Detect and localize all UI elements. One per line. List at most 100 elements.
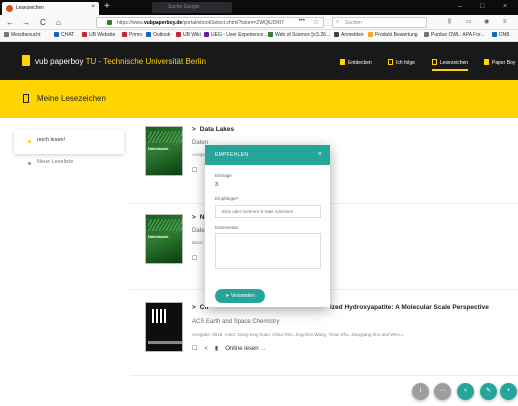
bookmark-item[interactable]: CHAT (54, 32, 74, 38)
add-fab-button[interactable]: + (500, 383, 517, 400)
bookmark-item[interactable]: UEG - User Experience ... (204, 32, 269, 38)
reading-list-sidebar: noch lesen! Neue Leseliste (0, 118, 130, 406)
bookmark-favicon-icon (424, 32, 429, 37)
browser-search-input[interactable]: ⌕ Suchen (332, 17, 427, 28)
tab-label: Lesezeichen (16, 5, 45, 11)
cover-title: Datenbank (148, 146, 169, 151)
book-cover[interactable]: Datenbank (145, 214, 183, 264)
address-bar[interactable]: https://www.vubpaperboy.de/portal/ebookS… (96, 17, 324, 28)
bookmark-favicon-icon (368, 32, 373, 37)
sidebar-item-label: noch lesen! (37, 137, 66, 143)
reload-button[interactable]: C (40, 17, 46, 28)
browser-tab-bar: Lesezeichen × + Suche Google – □ × (0, 0, 518, 15)
menu-icon[interactable]: ≡ (503, 18, 507, 27)
info-icon: i (419, 388, 422, 394)
forward-button[interactable]: → (22, 17, 30, 28)
share-icon[interactable]: < (204, 346, 208, 352)
bookmark-favicon-icon (176, 32, 181, 37)
bookmark-item[interactable]: UB Wiki (176, 32, 201, 38)
bookmark-star-icon[interactable]: ☆ (313, 18, 319, 26)
plus-icon: + (506, 388, 511, 394)
page-actions-icon[interactable]: ••• (299, 18, 305, 24)
nav-ich-folge[interactable]: Ich folge (388, 59, 415, 66)
bookmark-item[interactable]: Purdue OWL: APA For... (424, 32, 485, 38)
item-actions: ☐ < ▮ Online lesen → (192, 345, 266, 352)
library-icon[interactable]: ⫼ (448, 18, 451, 27)
recipients-input[interactable] (215, 205, 321, 218)
tab-close-icon[interactable]: × (91, 4, 95, 10)
share-fab-button[interactable]: < (457, 383, 474, 400)
bookmark-item[interactable]: UB Website (82, 32, 115, 38)
paperboy-logo-icon[interactable] (22, 55, 30, 66)
cover-graphic (148, 219, 182, 231)
bookmark-toggle-icon[interactable]: ☐ (192, 256, 197, 262)
chevron-right-icon: > (192, 214, 196, 221)
item-subtitle: ACS Earth and Space Chemistry (192, 319, 280, 325)
plus-bullet-icon (28, 162, 31, 165)
nav-paper-boy[interactable]: Paper Boy (484, 59, 515, 66)
item-title[interactable]: > Data Lakes (192, 126, 234, 133)
bookmark-item[interactable]: Primo (122, 32, 142, 38)
bookmark-favicon-icon (122, 32, 127, 37)
maximize-button[interactable]: □ (480, 2, 484, 11)
bookmark-icon (23, 94, 29, 103)
more-fab-button[interactable]: ⋯ (434, 383, 451, 400)
bookmark-icon (432, 59, 437, 65)
sidebar-item-neue-leseliste[interactable]: Neue Leseliste (14, 152, 124, 176)
bookmark-favicon-icon (492, 32, 497, 37)
cover-band (148, 341, 182, 344)
bookmark-favicon-icon (146, 32, 151, 37)
read-online-link[interactable]: Online lesen → (225, 346, 266, 352)
info-fab-button[interactable]: i (412, 383, 429, 400)
search-icon: ⌕ (336, 19, 340, 25)
close-icon[interactable]: × (318, 150, 322, 159)
search-placeholder: Suchen (345, 20, 362, 26)
page-title: Meine Lesezeichen (37, 94, 106, 103)
bookmark-item[interactable]: Outlook (146, 32, 170, 38)
comment-label: Kommentar (215, 225, 239, 230)
cover-graphic (148, 131, 182, 143)
bookmark-item[interactable]: Anmelden (334, 32, 364, 38)
sidebar-item-noch-lesen[interactable]: noch lesen! (14, 130, 124, 154)
bookmark-item[interactable]: Web of Science [v.5.26... (268, 32, 330, 38)
browser-tab-background[interactable]: Suche Google (152, 2, 232, 13)
edit-fab-button[interactable]: ✎ (480, 383, 497, 400)
nav-entdecken[interactable]: Entdecken (340, 59, 372, 66)
nav-lesezeichen[interactable]: Lesezeichen (432, 59, 469, 71)
bookmark-toggle-icon[interactable]: ☐ (192, 346, 197, 352)
cover-title: Datenbank (148, 234, 169, 239)
app-logo[interactable]: vub paperboy TU - Technische Universität… (35, 57, 206, 66)
bookmark-favicon-icon (4, 32, 9, 37)
bookmark-filled-icon[interactable]: ▮ (215, 346, 218, 352)
sidebar-icon[interactable]: ▭ (466, 18, 472, 27)
bookmark-favicon-icon (54, 32, 59, 37)
edit-icon: ✎ (485, 388, 492, 394)
back-button[interactable]: ← (6, 17, 14, 28)
send-button[interactable]: ➤ Versenden (215, 289, 265, 303)
share-icon: < (463, 388, 468, 394)
send-icon: ➤ (225, 293, 230, 299)
close-window-button[interactable]: × (503, 2, 507, 11)
entries-label: Einträge (215, 173, 232, 178)
extension-icon[interactable]: ◉ (484, 18, 489, 27)
new-tab-button[interactable]: + (104, 2, 110, 12)
comment-textarea[interactable] (215, 233, 321, 269)
bookmark-item[interactable]: DNB (492, 32, 510, 38)
journal-cover[interactable] (145, 302, 183, 352)
book-cover[interactable]: Datenbank (145, 126, 183, 176)
lock-icon (107, 20, 112, 25)
bookmarks-toolbar: Meistbesucht CHAT UB Website Primo Outlo… (0, 30, 518, 42)
bookmark-toggle-icon[interactable]: ☐ (192, 168, 197, 174)
person-icon (484, 59, 489, 65)
home-button[interactable]: ⌂ (56, 17, 61, 28)
minimize-button[interactable]: – (458, 2, 462, 11)
browser-tab-lesezeichen[interactable]: Lesezeichen × (2, 2, 99, 15)
bookmark-item[interactable]: Produkt Bewertung (368, 32, 418, 38)
bookmark-item[interactable]: Meistbesucht (4, 32, 40, 38)
discover-icon (340, 59, 345, 65)
bookmark-favicon-icon (334, 32, 339, 37)
url-text: https://www.vubpaperboy.de/portal/ebookS… (117, 20, 285, 26)
cover-graphic (152, 309, 166, 323)
bullet-icon (28, 140, 31, 143)
browser-nav-bar: ← → C ⌂ https://www.vubpaperboy.de/porta… (0, 15, 518, 30)
